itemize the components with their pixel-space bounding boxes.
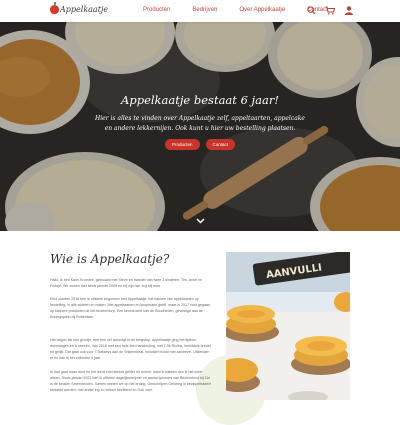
hero-title: Appelkaatje bestaat 6 jaar!	[121, 93, 279, 107]
contact-button[interactable]: Contact	[205, 139, 236, 150]
hero-subtitle: Hier is alles te vinden over Appelkaatje…	[95, 115, 305, 132]
apple-logo-icon	[50, 2, 59, 14]
nav-item-bedrijven[interactable]: Bedrijven	[192, 7, 217, 13]
chevron-down-icon[interactable]	[196, 211, 205, 229]
products-button[interactable]: Producten	[164, 139, 200, 150]
about-paragraph: Het begon als een grootje, met een vel a…	[50, 338, 211, 360]
header-icons	[306, 5, 363, 15]
site-logo[interactable]: Appelkaatje	[50, 2, 109, 14]
logo-text: Appelkaatje	[60, 5, 109, 14]
about-paragraph: Hallo, ik ben Karin Kromme, getrouwd met…	[50, 278, 203, 288]
nav-item-producten[interactable]: Producten	[143, 7, 170, 13]
about-paragraph: Eind oktober 2018 ben ik officieel begon…	[50, 297, 211, 319]
cakes-photo-image: AANVULLI	[226, 252, 350, 400]
site-header: Appelkaatje Producten Bedrijven Over App…	[0, 0, 400, 22]
nav-item-over-appelkaatje[interactable]: Over Appelkaatje	[239, 7, 285, 13]
hero-buttons: Producten Contact	[0, 139, 400, 150]
cart-icon[interactable]	[325, 5, 335, 15]
hero-banner: Appelkaatje bestaat 6 jaar! Hier is alle…	[0, 22, 400, 231]
about-paragraph: Ik had gaat maar door en het werd snel s…	[50, 370, 212, 392]
search-icon[interactable]	[306, 5, 316, 15]
cakes-photo: AANVULLI	[226, 252, 350, 400]
user-icon[interactable]	[344, 5, 354, 15]
about-heading: Wie is Appelkaatje?	[50, 252, 170, 266]
